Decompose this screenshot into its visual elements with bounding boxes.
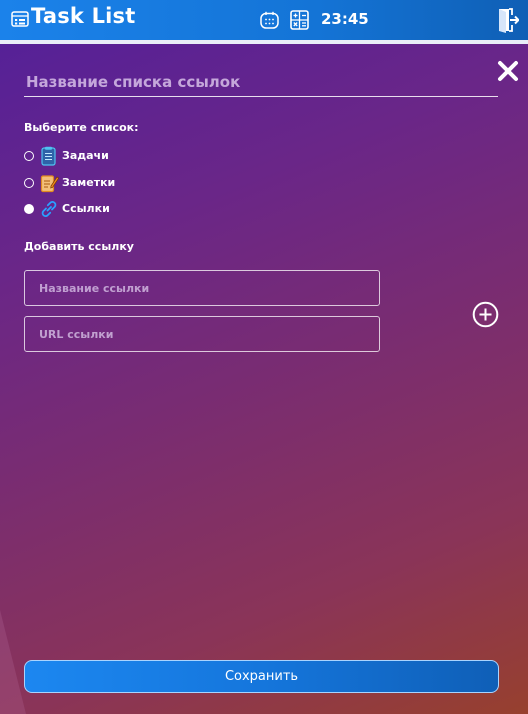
logout-door-icon[interactable] (497, 7, 519, 33)
radio-button[interactable] (24, 178, 34, 188)
close-icon[interactable] (496, 59, 520, 83)
background-decoration (0, 610, 26, 714)
link-name-input[interactable] (24, 270, 380, 306)
radio-label-tasks: Задачи (62, 149, 109, 162)
radio-button-selected[interactable] (24, 204, 34, 214)
app-title: Task List (31, 4, 136, 28)
choose-list-label: Выберите список: (24, 121, 139, 134)
calendar-icon[interactable] (260, 11, 279, 29)
top-bar: Task List 23:45 (0, 0, 528, 44)
tasks-notepad-icon (41, 146, 56, 166)
notes-pencil-icon (40, 175, 59, 193)
calculator-icon[interactable] (290, 10, 309, 30)
list-name-input[interactable] (24, 68, 498, 97)
radio-label-links: Ссылки (62, 202, 110, 215)
save-button[interactable]: Сохранить (24, 660, 499, 693)
task-list-logo-icon (11, 11, 29, 27)
radio-button[interactable] (24, 151, 34, 161)
radio-label-notes: Заметки (62, 176, 116, 189)
link-url-input[interactable] (24, 316, 380, 352)
link-chain-icon (41, 201, 57, 217)
add-link-plus-icon[interactable] (472, 301, 499, 328)
clock: 23:45 (321, 10, 369, 28)
add-link-label: Добавить ссылку (24, 240, 134, 253)
